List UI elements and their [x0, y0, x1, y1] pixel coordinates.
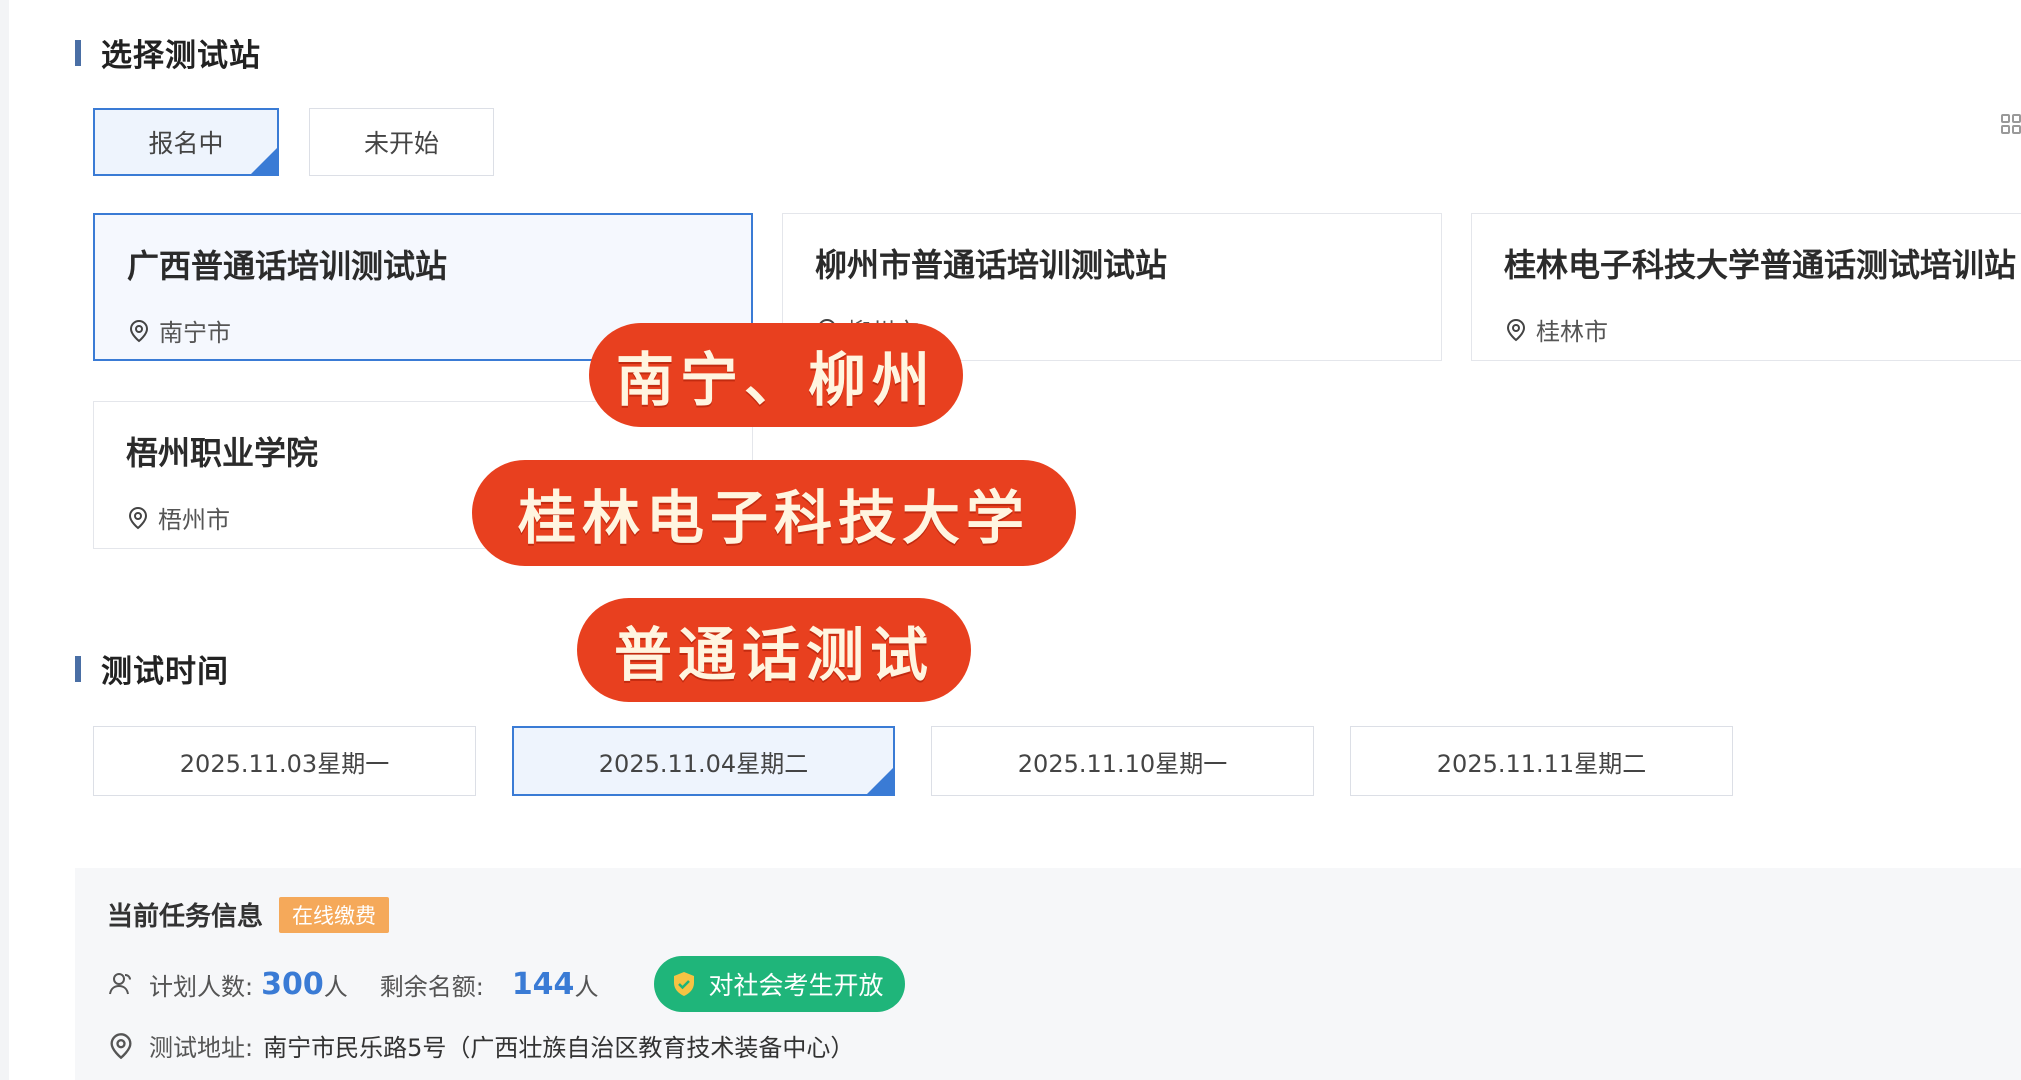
- tab-registering[interactable]: 报名中 ✓: [93, 108, 279, 176]
- site-city-text: 梧州市: [158, 506, 230, 534]
- location-pin-icon: [129, 319, 149, 342]
- date-label: 2025.11.11星期二: [1436, 749, 1647, 778]
- address-label: 测试地址:: [149, 1034, 254, 1062]
- shield-icon: [674, 972, 695, 996]
- planned-unit: 人: [323, 972, 348, 1001]
- address-row: 测试地址: 南宁市民乐路5号（广西壮族自治区教育技术装备中心）: [107, 1028, 854, 1063]
- address-value: 南宁市民乐路5号（广西壮族自治区教育技术装备中心）: [263, 1034, 855, 1062]
- location-pin-icon: [110, 1032, 132, 1059]
- overlay-caption-line-1: 南宁、柳州: [589, 323, 963, 427]
- section-title-station: 选择测试站: [75, 30, 261, 75]
- date-label: 2025.11.04星期二: [598, 749, 809, 778]
- open-to-public-badge: 对社会考生开放: [654, 956, 906, 1012]
- tab-label: 未开始: [363, 129, 439, 158]
- site-name: 桂林电子科技大学普通话测试培训站: [1504, 246, 2017, 284]
- task-info-title: 当前任务信息: [107, 902, 264, 932]
- tab-not-started[interactable]: 未开始: [309, 108, 494, 176]
- date-option-selected[interactable]: 2025.11.04星期二 ✓: [512, 726, 895, 796]
- date-option[interactable]: 2025.11.03星期一: [93, 726, 476, 796]
- planned-value: 300: [261, 966, 324, 1002]
- remaining-unit: 人: [574, 972, 599, 1001]
- date-option[interactable]: 2025.11.10星期一: [931, 726, 1314, 796]
- location-pin-icon: [128, 506, 148, 529]
- left-edge-strip: [0, 0, 9, 1080]
- check-icon: ✓: [251, 148, 277, 174]
- section-marker: [75, 655, 81, 682]
- location-pin-icon: [1506, 318, 1526, 341]
- section-title-time: 测试时间: [75, 646, 229, 691]
- quota-row: 计划人数: 300 人 剩余名额: 144 人 对社会考生开放: [107, 956, 906, 1012]
- people-icon: [109, 973, 131, 995]
- tab-label: 报名中: [148, 129, 224, 158]
- date-label: 2025.11.03星期一: [179, 749, 390, 778]
- remaining-value: 144: [511, 966, 575, 1002]
- task-info-panel: 当前任务信息 在线缴费 计划人数: 300 人 剩余名额: 144 人 对社会考…: [75, 868, 2021, 1080]
- overlay-caption-line-2: 桂林电子科技大学: [472, 460, 1076, 566]
- task-info-header: 当前任务信息 在线缴费: [107, 896, 390, 933]
- site-name: 柳州市普通话培训测试站: [815, 246, 1168, 284]
- overlay-caption-line-3: 普通话测试: [577, 598, 971, 702]
- open-to-public-text: 对社会考生开放: [708, 971, 884, 1000]
- date-label: 2025.11.10星期一: [1017, 749, 1228, 778]
- check-icon: ✓: [867, 768, 893, 794]
- online-payment-badge: 在线缴费: [279, 896, 390, 933]
- section-marker: [75, 39, 81, 66]
- site-name: 广西普通话培训测试站: [127, 247, 448, 285]
- site-city-text: 南宁市: [159, 319, 231, 347]
- site-city: 桂林市: [1504, 312, 1989, 347]
- section-title-text: 测试时间: [101, 654, 229, 690]
- site-city-text: 桂林市: [1536, 318, 1608, 346]
- grid-view-icon[interactable]: [2001, 114, 2021, 134]
- planned-label: 计划人数:: [149, 972, 254, 1001]
- remaining-label: 剩余名额:: [379, 972, 484, 1001]
- date-option[interactable]: 2025.11.11星期二: [1350, 726, 1733, 796]
- section-title-text: 选择测试站: [101, 38, 261, 74]
- site-card-guilin[interactable]: 桂林电子科技大学普通话测试培训站 桂林市: [1471, 213, 2021, 361]
